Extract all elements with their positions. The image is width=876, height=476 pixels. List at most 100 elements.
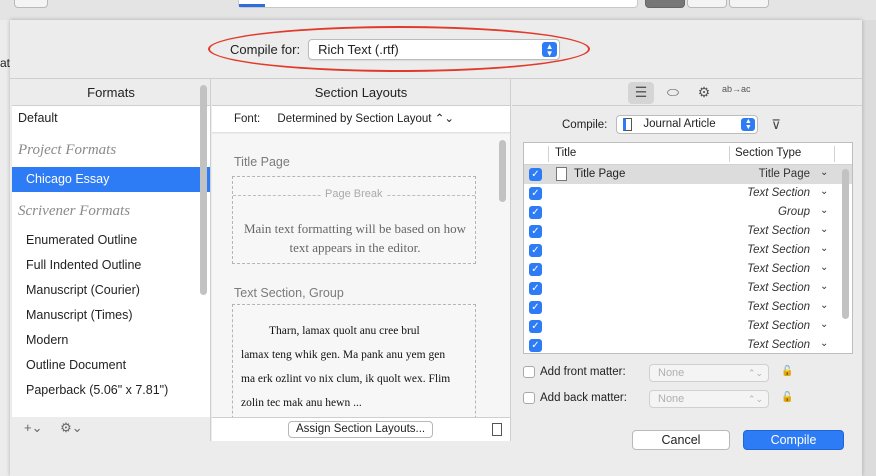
page-break-marker: Page Break (233, 188, 475, 200)
table-row[interactable]: ✓ Text Section ⌄ (524, 279, 852, 298)
table-row[interactable]: ✓ Text Section ⌄ (524, 222, 852, 241)
label-tab-icon[interactable]: ⬭ (660, 82, 686, 104)
compile-for-label: Compile for: (230, 41, 301, 57)
text-section-layout[interactable]: Tharn, lamax quolt anu cree brul lamax te… (232, 304, 476, 417)
chevron-down-icon[interactable]: ⌄ (820, 167, 828, 178)
section-type-popup[interactable]: Title Page (724, 168, 810, 180)
updown-icon: ⌃⌄ (747, 368, 763, 378)
document-icon (556, 167, 567, 181)
back-matter-value: None (658, 393, 685, 405)
chevron-down-icon[interactable]: ⌄ (820, 338, 828, 349)
section-type-popup[interactable]: Text Section (724, 320, 810, 332)
section-type-popup[interactable]: Text Section (724, 282, 810, 294)
table-row[interactable]: ✓ Text Section ⌄ (524, 184, 852, 203)
column-header-section-type[interactable]: Section Type (735, 147, 801, 159)
chevron-down-icon[interactable]: ⌄ (820, 281, 828, 292)
section-layouts-header: Section Layouts (212, 79, 510, 106)
column-header-title[interactable]: Title (555, 147, 576, 159)
table-body: ✓ Title Page Title Page ⌄ ✓ Text Section ⌄ ✓ Gro… (524, 165, 852, 353)
section-type-popup[interactable]: Text Section (724, 225, 810, 237)
lock-icon[interactable]: 🔓 (781, 366, 793, 377)
formats-footer: +⌄ ⚙⌄ (12, 417, 211, 441)
popup-arrows-icon: ▲ ▼ (741, 118, 756, 131)
include-checkbox[interactable]: ✓ (529, 320, 542, 333)
title-page-layout-text: Main text formatting will be based on ho… (243, 221, 467, 255)
format-list-item[interactable]: Paperback (5.06" x 7.81") (12, 378, 210, 403)
contents-tab-icon[interactable]: ☰ (628, 82, 654, 104)
format-actions-gear-button[interactable]: ⚙⌄ (60, 420, 83, 435)
chevron-down-icon[interactable]: ⌄ (820, 319, 828, 330)
compile-button[interactable]: Compile (743, 430, 844, 450)
page-break-label: Page Break (321, 188, 387, 200)
lock-icon[interactable]: 🔓 (781, 392, 793, 403)
include-checkbox[interactable]: ✓ (529, 244, 542, 257)
compile-format-popup[interactable]: Rich Text (.rtf) ▲ ▼ (308, 38, 561, 60)
contents-table: Title Section Type ✓ Title Page Title Page… (523, 142, 853, 354)
compile-group-row: Compile: Journal Article ▲ ▼ ⊽ (562, 115, 781, 134)
include-checkbox[interactable]: ✓ (529, 282, 542, 295)
include-checkbox[interactable]: ✓ (529, 187, 542, 200)
popup-arrows-icon: ▲ ▼ (542, 41, 558, 57)
assign-section-layouts-button[interactable]: Assign Section Layouts... (288, 421, 434, 438)
add-format-button[interactable]: +⌄ (24, 420, 42, 435)
table-row[interactable]: ✓ Group ⌄ (524, 203, 852, 222)
document-icon (623, 118, 633, 131)
front-matter-popup[interactable]: None ⌃⌄ (649, 364, 769, 382)
table-row[interactable]: ✓ Text Section ⌄ (524, 298, 852, 317)
include-checkbox[interactable]: ✓ (529, 225, 542, 238)
options-gear-icon[interactable]: ⚙ (691, 82, 717, 104)
section-type-popup[interactable]: Text Section (724, 187, 810, 199)
include-checkbox[interactable]: ✓ (529, 339, 542, 352)
chevron-down-icon[interactable]: ⌄ (820, 205, 828, 216)
chevron-down-icon[interactable]: ⌄ (820, 262, 828, 273)
include-checkbox[interactable]: ✓ (529, 263, 542, 276)
section-type-popup[interactable]: Group (724, 206, 810, 218)
formats-header: Formats (12, 79, 210, 106)
format-list-item[interactable]: Outline Document (12, 353, 210, 378)
layouts-scrollbar[interactable] (499, 140, 506, 202)
chevron-down-icon[interactable]: ⌄ (820, 186, 828, 197)
format-list-item[interactable]: Chicago Essay (12, 167, 210, 192)
table-scrollbar[interactable] (842, 169, 849, 319)
background-search-field (238, 0, 638, 8)
back-matter-label: Add back matter: (540, 392, 627, 404)
back-matter-checkbox[interactable] (523, 392, 535, 404)
back-matter-popup[interactable]: None ⌃⌄ (649, 390, 769, 408)
format-list-item[interactable]: Full Indented Outline (12, 253, 210, 278)
pane-tabbar: ☰ ⬭ ⚙ ab→ac (512, 79, 862, 106)
format-list-item[interactable]: Manuscript (Courier) (12, 278, 210, 303)
chevron-down-icon[interactable]: ⌄ (820, 300, 828, 311)
chevron-down-icon[interactable]: ⌄ (820, 243, 828, 254)
cancel-button[interactable]: Cancel (632, 430, 730, 450)
section-type-popup[interactable]: Text Section (724, 339, 810, 351)
font-popup[interactable]: Determined by Section Layout ⌃⌄ (277, 113, 454, 125)
table-row[interactable]: ✓ Text Section ⌄ (524, 317, 852, 336)
include-checkbox[interactable]: ✓ (529, 206, 542, 219)
formats-group-header: Scrivener Formats (18, 203, 131, 219)
format-list-item[interactable]: Enumerated Outline (12, 228, 210, 253)
front-matter-checkbox[interactable] (523, 366, 535, 378)
table-row[interactable]: ✓ Title Page Title Page ⌄ (524, 165, 852, 184)
table-row[interactable]: ✓ Text Section ⌄ (524, 336, 852, 353)
title-page-layout[interactable]: Page Break Main text formatting will be … (232, 176, 476, 264)
background-text: at (0, 56, 11, 70)
formats-list: Default Project Formats Chicago Essay Scriv… (12, 106, 210, 417)
table-row[interactable]: ✓ Text Section ⌄ (524, 260, 852, 279)
compile-group-popup[interactable]: Journal Article ▲ ▼ (616, 115, 759, 134)
formats-panel: Formats Default Project Formats Chicago Es… (12, 79, 211, 417)
include-checkbox[interactable]: ✓ (529, 168, 542, 181)
table-row[interactable]: ✓ Text Section ⌄ (524, 241, 852, 260)
formats-scrollbar[interactable] (200, 85, 207, 295)
chevron-down-icon[interactable]: ⌄ (820, 224, 828, 235)
format-list-item[interactable]: Modern (12, 328, 210, 353)
format-list-item[interactable]: Manuscript (Times) (12, 303, 210, 328)
filter-icon[interactable]: ⊽ (771, 117, 781, 133)
replacements-tab-icon[interactable]: ab→ac (722, 82, 751, 104)
include-checkbox[interactable]: ✓ (529, 301, 542, 314)
section-type-popup[interactable]: Text Section (724, 244, 810, 256)
section-type-popup[interactable]: Text Section (724, 263, 810, 275)
section-type-popup[interactable]: Text Section (724, 301, 810, 313)
layouts-footer: Assign Section Layouts... (212, 417, 510, 441)
format-list-item[interactable]: Default (12, 106, 210, 131)
document-icon[interactable] (492, 423, 502, 436)
